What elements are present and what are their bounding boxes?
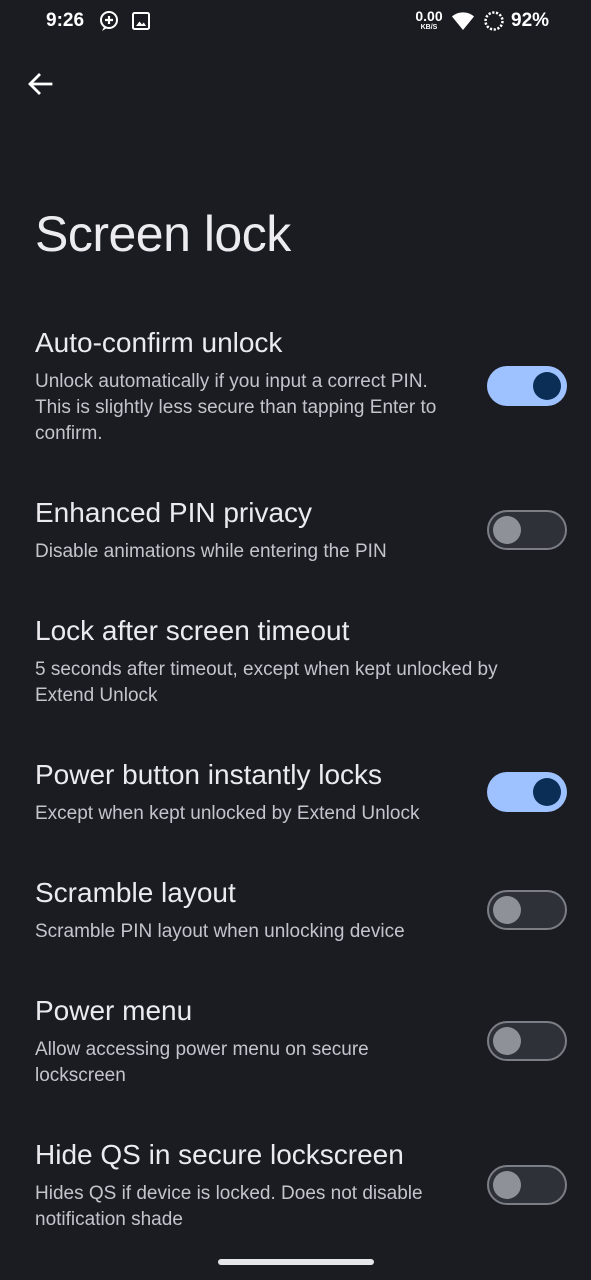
toggle-thumb (493, 1027, 521, 1055)
setting-title: Hide QS in secure lockscreen (35, 1139, 404, 1170)
setting-title: Power menu (35, 995, 193, 1026)
setting-title: Power button instantly locks (35, 759, 383, 790)
toggle-thumb (493, 896, 521, 924)
gesture-nav-handle[interactable] (218, 1259, 374, 1265)
setting-enhanced-pin-privacy[interactable]: Enhanced PIN privacy Disable animations … (0, 497, 591, 577)
power-menu-toggle[interactable] (487, 1021, 567, 1061)
setting-summary: Unlock automatically if you input a corr… (35, 371, 437, 444)
toggle-thumb (493, 1171, 521, 1199)
setting-title: Enhanced PIN privacy (35, 497, 313, 528)
assistant-icon (97, 9, 121, 33)
wifi-icon (451, 10, 475, 34)
power-button-instantly-locks-toggle[interactable] (487, 772, 567, 812)
status-time: 9:26 (46, 10, 85, 31)
back-button[interactable] (22, 66, 58, 102)
setting-auto-confirm-unlock[interactable]: Auto-confirm unlock Unlock automatically… (0, 327, 591, 447)
hide-qs-toggle[interactable] (487, 1165, 567, 1205)
enhanced-pin-privacy-toggle[interactable] (487, 510, 567, 550)
setting-lock-after-screen-timeout[interactable]: Lock after screen timeout 5 seconds afte… (0, 615, 591, 715)
setting-title: Scramble layout (35, 877, 236, 908)
toggle-thumb (493, 516, 521, 544)
setting-power-button-instantly-locks[interactable]: Power button instantly locks Except when… (0, 759, 591, 839)
setting-title: Auto-confirm unlock (35, 327, 283, 358)
network-speed-value: 0.00 (415, 8, 443, 24)
scramble-layout-toggle[interactable] (487, 890, 567, 930)
toggle-thumb (533, 778, 561, 806)
image-icon (129, 9, 153, 33)
page-title: Screen lock (35, 206, 291, 262)
setting-summary: Except when kept unlocked by Extend Unlo… (35, 803, 420, 824)
setting-summary: Allow accessing power menu on secure loc… (35, 1039, 369, 1086)
auto-confirm-unlock-toggle[interactable] (487, 366, 567, 406)
battery-percent: 92% (511, 10, 550, 31)
battery-ring-icon (482, 9, 506, 33)
setting-hide-qs-in-secure-lockscreen[interactable]: Hide QS in secure lockscreen Hides QS if… (0, 1139, 591, 1239)
setting-summary: 5 seconds after timeout, except when kep… (35, 659, 498, 706)
setting-summary: Hides QS if device is locked. Does not d… (35, 1183, 423, 1230)
setting-power-menu[interactable]: Power menu Allow accessing power menu on… (0, 995, 591, 1095)
status-bar: 9:26 0.00 KB/S 92% (0, 0, 591, 44)
setting-summary: Disable animations while entering the PI… (35, 541, 387, 562)
network-speed-unit: KB/S (420, 24, 438, 31)
back-arrow-icon (28, 73, 53, 95)
network-speed: 0.00 KB/S (411, 9, 447, 31)
setting-title: Lock after screen timeout (35, 615, 350, 646)
setting-scramble-layout[interactable]: Scramble layout Scramble PIN layout when… (0, 877, 591, 957)
setting-summary: Scramble PIN layout when unlocking devic… (35, 921, 405, 942)
toggle-thumb (533, 372, 561, 400)
